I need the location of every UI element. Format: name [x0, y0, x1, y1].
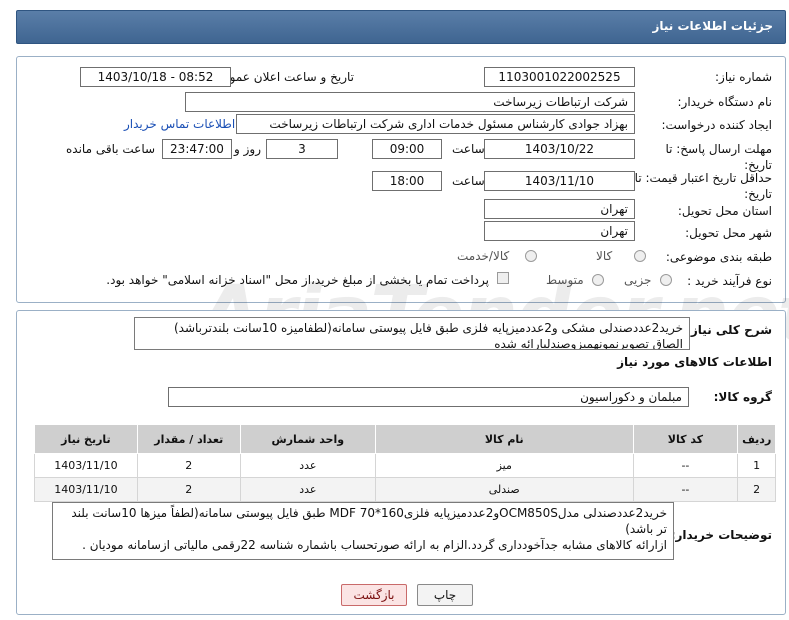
- process-minor-radio[interactable]: [660, 274, 672, 286]
- reply-days-field: 3: [266, 139, 338, 159]
- process-type-label: نوع فرآیند خرید :: [687, 274, 772, 288]
- cell-row-number: 1: [737, 453, 776, 478]
- process-minor-label: جزیی: [624, 273, 652, 287]
- col-header-need-date: تاریخ نیاز: [34, 424, 138, 454]
- price-validity-time-label: ساعت: [452, 174, 485, 188]
- goods-group-label: گروه کالا:: [713, 390, 772, 404]
- reply-time-field: 09:00: [372, 139, 442, 159]
- buyer-notes-textarea: خرید2عددصندلی مدلOCM850Sو2عددمیزپایه فلز…: [52, 502, 674, 560]
- process-medium-label: متوسط: [546, 273, 584, 287]
- cell-need-date: 1403/11/10: [34, 453, 138, 478]
- buyer-contact-link[interactable]: اطلاعات تماس خریدار: [124, 117, 235, 131]
- page-title: جزئیات اطلاعات نیاز: [652, 19, 773, 33]
- price-validity-date-field: 1403/11/10: [484, 171, 635, 191]
- treasury-payment-note: پرداخت تمام یا بخشی از مبلغ خرید،از محل …: [106, 273, 489, 287]
- category-goods-label: کالا: [596, 249, 613, 263]
- page-header: جزئیات اطلاعات نیاز: [16, 10, 786, 44]
- cell-code: --: [632, 477, 739, 502]
- col-header-row-number: ردیف: [737, 424, 776, 454]
- announce-date-field: 1403/10/18 - 08:52: [80, 67, 231, 87]
- cell-name: میز: [375, 453, 634, 478]
- cell-quantity: 2: [136, 477, 241, 502]
- goods-group-field: مبلمان و دکوراسیون: [168, 387, 689, 407]
- category-goods-radio[interactable]: [634, 250, 646, 262]
- cell-unit: عدد: [239, 477, 377, 502]
- remaining-time-label: ساعت باقی مانده: [66, 142, 156, 156]
- price-validity-time-field: 18:00: [372, 171, 442, 191]
- treasury-payment-checkbox[interactable]: [497, 272, 509, 284]
- remaining-time-field: 23:47:00: [162, 139, 232, 159]
- print-button[interactable]: چاپ: [417, 584, 473, 606]
- reply-days-label: روز و: [234, 142, 261, 156]
- goods-info-title: اطلاعات کالاهای مورد نیاز: [617, 355, 772, 369]
- reply-deadline-label: مهلت ارسال پاسخ: تا تاریخ:: [665, 142, 772, 172]
- cell-quantity: 2: [136, 453, 241, 478]
- requester-label: ایجاد کننده درخواست:: [661, 118, 772, 132]
- buyer-notes-label: توضیحات خریدار:: [670, 528, 772, 542]
- cell-row-number: 2: [737, 477, 776, 502]
- category-goods-service-radio[interactable]: [525, 250, 537, 262]
- description-textarea: خرید2عددصندلی مشکی و2عددمیزپایه فلزی طبق…: [134, 317, 690, 350]
- col-header-name: نام کالا: [375, 424, 634, 454]
- need-number-label: شماره نیاز:: [715, 70, 772, 84]
- table-header-row: ردیف کد کالا نام کالا واحد شمارش تعداد /…: [34, 424, 776, 454]
- requester-field: بهزاد جوادی کارشناس مسئول خدمات اداری شر…: [236, 114, 635, 134]
- description-label: شرح کلی نیاز:: [686, 323, 772, 337]
- reply-date-field: 1403/10/22: [484, 139, 635, 159]
- cell-need-date: 1403/11/10: [34, 477, 138, 502]
- city-label: شهر محل تحویل:: [685, 226, 772, 240]
- col-header-code: کد کالا: [632, 424, 739, 454]
- need-number-field: 1103001022002525: [484, 67, 635, 87]
- price-validity-label: حداقل تاریخ اعتبار قیمت: تا تاریخ:: [634, 171, 772, 201]
- province-field: تهران: [484, 199, 635, 219]
- province-label: استان محل تحویل:: [677, 204, 772, 218]
- buyer-org-field: شرکت ارتباطات زیرساخت: [185, 92, 635, 112]
- category-label: طبقه بندی موضوعی:: [665, 250, 772, 264]
- process-medium-radio[interactable]: [592, 274, 604, 286]
- goods-table: ردیف کد کالا نام کالا واحد شمارش تعداد /…: [34, 424, 776, 502]
- cell-unit: عدد: [239, 453, 377, 478]
- buyer-org-label: نام دستگاه خریدار:: [677, 95, 773, 109]
- table-row: 1 -- میز عدد 2 1403/11/10: [34, 453, 776, 478]
- cell-name: صندلی: [375, 477, 634, 502]
- cell-code: --: [632, 453, 739, 478]
- reply-time-label: ساعت: [452, 142, 485, 156]
- back-button[interactable]: بازگشت: [341, 584, 407, 606]
- table-row: 2 -- صندلی عدد 2 1403/11/10: [34, 477, 776, 502]
- category-goods-service-label: کالا/خدمت: [457, 249, 510, 263]
- col-header-quantity: تعداد / مقدار: [136, 424, 241, 454]
- col-header-unit: واحد شمارش: [239, 424, 377, 454]
- city-field: تهران: [484, 221, 635, 241]
